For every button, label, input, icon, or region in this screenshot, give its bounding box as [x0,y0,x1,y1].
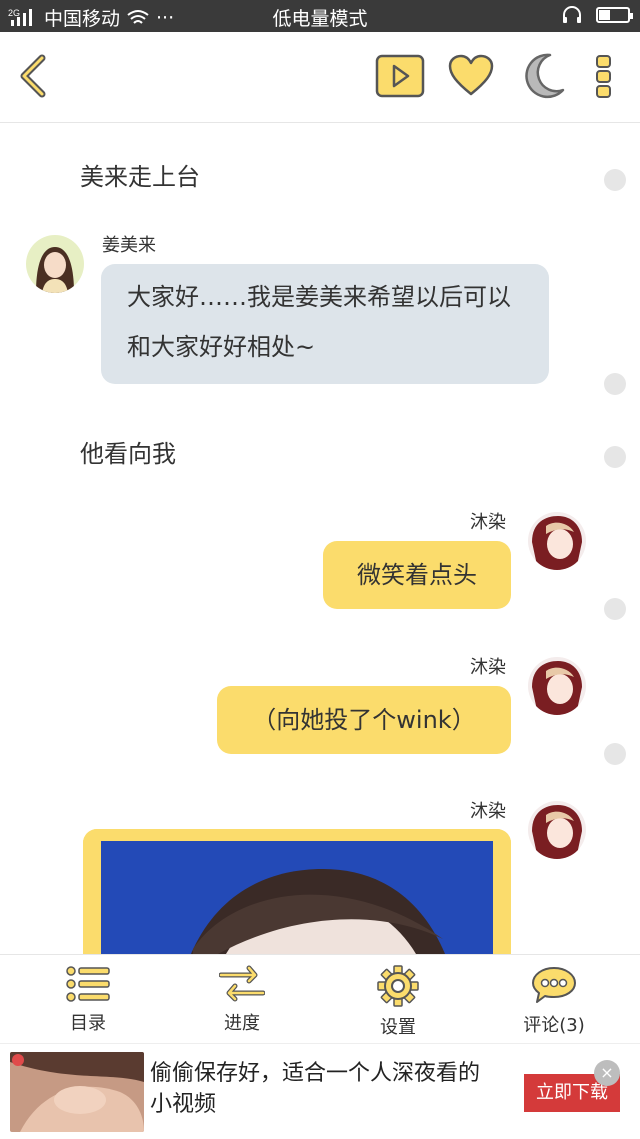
top-toolbar [0,32,640,123]
nav-comments[interactable]: 评论(3) [494,965,614,1037]
nav-comments-label: 评论(3) [523,1015,585,1036]
comment-bubble-icon [532,967,576,1003]
nav-settings-label: 设置 [380,1017,416,1038]
narration-text: 美来走上台 [80,163,200,191]
back-icon [20,54,46,98]
ad-text[interactable]: 偷偷保存好，适合一个人深夜看的小视频 [150,1058,500,1120]
nav-settings[interactable]: 设置 [338,965,458,1039]
battery-fill [599,10,610,20]
nav-progress[interactable]: 进度 [182,965,302,1035]
message-bubble-right: 微笑着点头 [323,541,511,609]
chat-area[interactable]: 美来走上台 姜美来 大家好……我是姜美来希望以后可以和大家好好相处~ 他看向我 … [0,123,640,954]
message-bubble-left: 大家好……我是姜美来希望以后可以和大家好好相处~ [101,264,549,384]
character-name: 沐染 [470,657,506,678]
progress-arrows-icon [218,965,266,1002]
battery-icon [596,7,633,23]
comment-dot[interactable] [604,446,626,468]
narration-text: 他看向我 [80,440,176,468]
character-name: 沐染 [470,512,506,533]
avatar-character-1[interactable] [26,235,84,293]
ad-image [10,1052,144,1132]
status-bar: 2G 中国移动 ··· 低电量模式 [0,0,640,32]
headphone-icon [563,6,581,23]
bottom-nav: 目录 进度 设置 评论(3) [0,954,640,1043]
more-button[interactable] [594,54,614,104]
back-button[interactable] [14,52,50,104]
photo-image [83,829,511,954]
status-right [562,6,633,24]
message-bubble-right: （向她投了个wink） [217,686,511,754]
nav-catalog-label: 目录 [70,1013,106,1034]
avatar-image [528,512,586,570]
character-name: 姜美来 [102,235,156,256]
play-icon [375,54,425,98]
heart-icon [448,54,494,96]
avatar-image [528,801,586,859]
comment-dot[interactable] [604,743,626,765]
nav-progress-label: 进度 [224,1013,260,1034]
comment-dot[interactable] [604,598,626,620]
ad-close-button[interactable]: × [594,1060,620,1086]
image-message[interactable] [83,829,511,954]
catalog-icon [66,966,110,1002]
avatar-character-2[interactable] [528,512,586,570]
gear-icon [377,965,419,1007]
favorite-button[interactable] [448,54,494,102]
comment-dot[interactable] [604,373,626,395]
ad-thumbnail[interactable] [10,1052,144,1132]
moon-icon [525,53,565,99]
night-mode-button[interactable] [520,52,566,104]
low-power-mode-label: 低电量模式 [272,8,368,30]
more-icon [596,55,611,98]
avatar-image [26,235,84,293]
comment-dot[interactable] [604,169,626,191]
character-name: 沐染 [470,801,506,822]
avatar-character-2[interactable] [528,801,586,859]
play-button[interactable] [375,54,425,102]
ad-banner[interactable]: 偷偷保存好，适合一个人深夜看的小视频 立即下载 [0,1043,640,1139]
avatar-character-2[interactable] [528,657,586,715]
avatar-image [528,657,586,715]
nav-catalog[interactable]: 目录 [28,965,148,1035]
